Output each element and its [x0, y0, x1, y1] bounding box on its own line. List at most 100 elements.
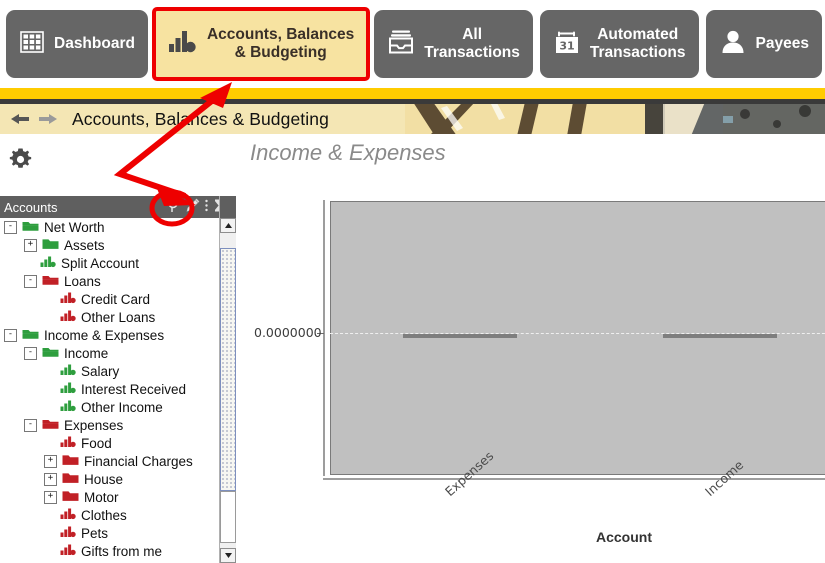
folder-red-icon: [62, 453, 79, 470]
folder-open-red-icon: [42, 417, 59, 434]
account-red-icon: [60, 309, 76, 325]
sidebar-scrollbar[interactable]: [219, 196, 236, 563]
folder-red-icon: [62, 471, 79, 488]
tree-item[interactable]: + House: [0, 470, 218, 488]
collapse-icon[interactable]: -: [4, 328, 17, 342]
account-red-icon: [60, 291, 76, 307]
scroll-down-button[interactable]: [220, 548, 236, 563]
tree-item[interactable]: Interest Received: [0, 380, 218, 398]
tree-item[interactable]: Food: [0, 434, 218, 452]
income-expenses-chart: 0.0000000 Expenses Income Account: [236, 196, 825, 563]
tree-item[interactable]: - Loans: [0, 272, 218, 290]
accounts-sidebar: Accounts - Net Worth + Assets Split Acco…: [0, 196, 236, 563]
page-title: Income & Expenses: [250, 140, 446, 165]
account-red-icon: [60, 435, 76, 451]
tree-item-label: Expenses: [64, 417, 124, 433]
scrollbar-track[interactable]: [220, 491, 236, 543]
collapse-icon[interactable]: -: [24, 274, 37, 288]
tree-item[interactable]: Other Income: [0, 398, 218, 416]
tree-item[interactable]: Split Account: [0, 254, 218, 272]
folder-open-green-icon: [42, 345, 59, 362]
grid-icon: [19, 29, 45, 60]
tab-automated-transactions[interactable]: 31 Automated Transactions: [539, 10, 699, 78]
breadcrumb-title: Accounts, Balances & Budgeting: [72, 108, 329, 129]
expand-icon[interactable]: +: [44, 454, 57, 468]
tree-item-label: Income & Expenses: [44, 327, 165, 343]
tree-item-label: Pets: [81, 525, 109, 541]
tree-item[interactable]: + Assets: [0, 236, 218, 254]
tab-all-transactions[interactable]: All Transactions: [374, 10, 533, 78]
tab-dashboard[interactable]: Dashboard: [6, 10, 148, 78]
person-icon: [719, 28, 747, 61]
folder-open-green-icon: [22, 327, 39, 344]
chart-bar: [662, 334, 778, 338]
expand-icon[interactable]: +: [44, 490, 57, 504]
tree-item-label: Other Income: [81, 399, 163, 415]
tree-item[interactable]: Clothes: [0, 506, 218, 524]
tree-item[interactable]: + Motor: [0, 488, 218, 506]
arrow-left-icon[interactable]: [10, 112, 30, 126]
tree-item[interactable]: Gifts from me: [0, 542, 218, 560]
tree-item[interactable]: Salary: [0, 362, 218, 380]
tree-item-label: Assets: [64, 237, 105, 253]
collapse-icon[interactable]: -: [4, 220, 17, 234]
sidebar-header-title: Accounts: [4, 199, 58, 215]
tree-item-label: Split Account: [61, 255, 140, 271]
breadcrumb-bar: Accounts, Balances & Budgeting: [0, 104, 825, 134]
expand-icon[interactable]: +: [44, 472, 57, 486]
tab-label: All Transactions: [424, 26, 520, 61]
tree-item[interactable]: Other Loans: [0, 308, 218, 326]
bar-chart-icon: [168, 28, 198, 61]
tree-item-label: Food: [81, 435, 112, 451]
tree-item[interactable]: + Financial Charges: [0, 452, 218, 470]
calendar-31-icon: 31: [553, 28, 581, 61]
tree-item-label: Interest Received: [81, 381, 187, 397]
folder-open-red-icon: [42, 273, 59, 290]
sidebar-header: Accounts: [0, 196, 235, 218]
tree-item[interactable]: - Expenses: [0, 416, 218, 434]
account-green-icon: [60, 381, 76, 397]
scrollbar-thumb[interactable]: [220, 248, 236, 491]
main-tab-bar: Dashboard Accounts, Balances & Budgeting: [0, 0, 825, 88]
account-red-icon: [60, 525, 76, 541]
yellow-banner-strip: [0, 88, 825, 99]
expand-icon[interactable]: +: [24, 238, 37, 252]
tab-accounts-balances-budgeting[interactable]: Accounts, Balances & Budgeting: [151, 7, 371, 81]
account-green-icon: [60, 363, 76, 379]
tab-label: Accounts, Balances & Budgeting: [206, 26, 355, 61]
folder-green-icon: [42, 237, 59, 254]
tab-payees[interactable]: Payees: [705, 10, 822, 78]
x-axis-line: [323, 478, 825, 480]
tree-item-label: Financial Charges: [84, 453, 193, 469]
tree-item[interactable]: Pets: [0, 524, 218, 542]
account-green-icon: [40, 255, 56, 271]
tree-item-label: Other Loans: [81, 309, 156, 325]
tree-item-label: Income: [64, 345, 109, 361]
tree-item-label: Motor: [84, 489, 119, 505]
tree-item-label: Clothes: [81, 507, 127, 523]
scroll-up-button[interactable]: [220, 218, 236, 233]
accounts-tree[interactable]: - Net Worth + Assets Split Account - Loans Cred…: [0, 218, 218, 563]
folder-open-green-icon: [22, 219, 39, 236]
scrollbar-cap: [220, 196, 236, 218]
tree-item[interactable]: - Income & Expenses: [0, 326, 218, 344]
tree-item[interactable]: Credit Card: [0, 290, 218, 308]
arrow-right-icon[interactable]: [38, 112, 58, 126]
tree-item[interactable]: - Income: [0, 344, 218, 362]
collapse-icon[interactable]: -: [24, 346, 37, 360]
collapse-icon[interactable]: -: [24, 418, 37, 432]
search-icon[interactable]: [167, 198, 181, 216]
more-options-icon[interactable]: [204, 198, 209, 216]
gear-icon[interactable]: [8, 147, 33, 177]
tree-item[interactable]: - Net Worth: [0, 218, 218, 236]
account-red-icon: [60, 543, 76, 559]
tree-item-label: Gifts from me: [81, 543, 163, 559]
tab-label: Dashboard: [54, 35, 135, 53]
tree-item-label: Net Worth: [44, 219, 105, 235]
pencil-edit-icon[interactable]: [185, 198, 200, 216]
